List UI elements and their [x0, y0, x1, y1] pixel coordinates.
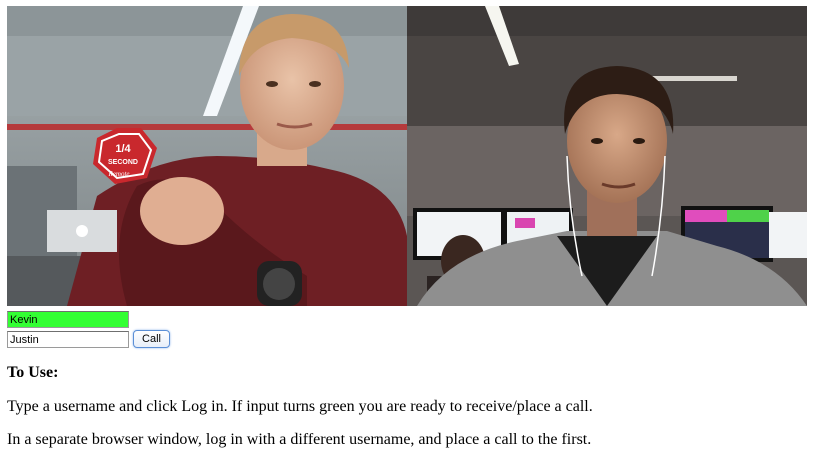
instruction-step-1: Type a username and click Log in. If inp…	[7, 398, 593, 415]
call-button[interactable]: Call	[133, 330, 170, 348]
sign-script: Remote	[108, 170, 130, 178]
video-area: 1/4 SECOND Remote	[7, 6, 807, 306]
remote-video	[407, 6, 807, 306]
instruction-step-2: In a separate browser window, log in wit…	[7, 431, 592, 448]
sign-fraction: 1/4	[115, 143, 131, 155]
local-video: 1/4 SECOND Remote	[7, 6, 407, 306]
instructions-heading: To Use:	[7, 364, 59, 381]
username-input[interactable]	[7, 311, 129, 328]
sign-word: SECOND	[108, 159, 138, 166]
callee-input[interactable]	[7, 331, 129, 348]
